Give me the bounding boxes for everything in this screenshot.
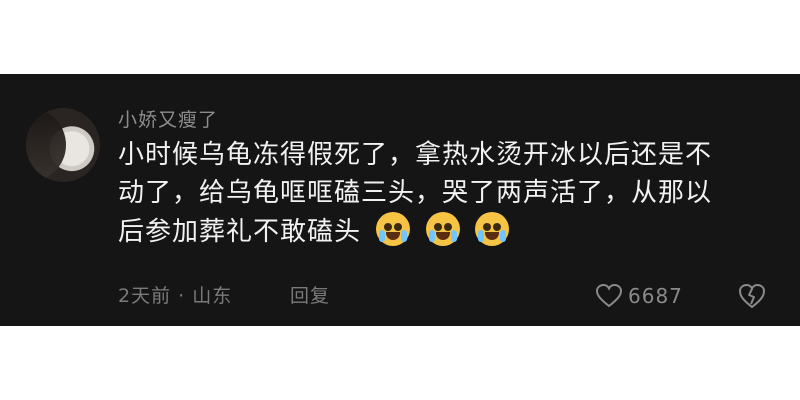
comment-text: 小时候乌龟冻得假死了，拿热水烫开冰以后还是不 动了，给乌龟哐哐磕三头，哭了两声活… [118, 136, 778, 251]
like-count: 6687 [628, 284, 683, 308]
comment-line-3-text: 后参加葬礼不敢磕头 [118, 217, 362, 247]
crying-laughing-emoji [425, 212, 460, 246]
heart-icon [596, 284, 622, 308]
crying-laughing-emoji [474, 212, 509, 246]
avatar-hair [26, 108, 66, 182]
broken-heart-icon [738, 283, 766, 309]
dislike-button[interactable] [738, 282, 766, 310]
comment-card: 小娇又瘦了 小时候乌龟冻得假死了，拿热水烫开冰以后还是不 动了，给乌龟哐哐磕三头… [0, 74, 800, 326]
avatar[interactable] [26, 108, 100, 182]
like-button[interactable]: 6687 [596, 283, 683, 309]
comment-line-2: 动了，给乌龟哐哐磕三头，哭了两声活了，从那以 [118, 178, 713, 208]
comment-meta: 2天前 · 山东 [118, 285, 233, 307]
comment-line-3: 后参加葬礼不敢磕头 [118, 212, 778, 251]
crying-laughing-emoji [376, 212, 411, 246]
reply-button[interactable]: 回复 [290, 284, 330, 308]
username[interactable]: 小娇又瘦了 [118, 108, 218, 132]
comment-line-1: 小时候乌龟冻得假死了，拿热水烫开冰以后还是不 [118, 140, 713, 170]
